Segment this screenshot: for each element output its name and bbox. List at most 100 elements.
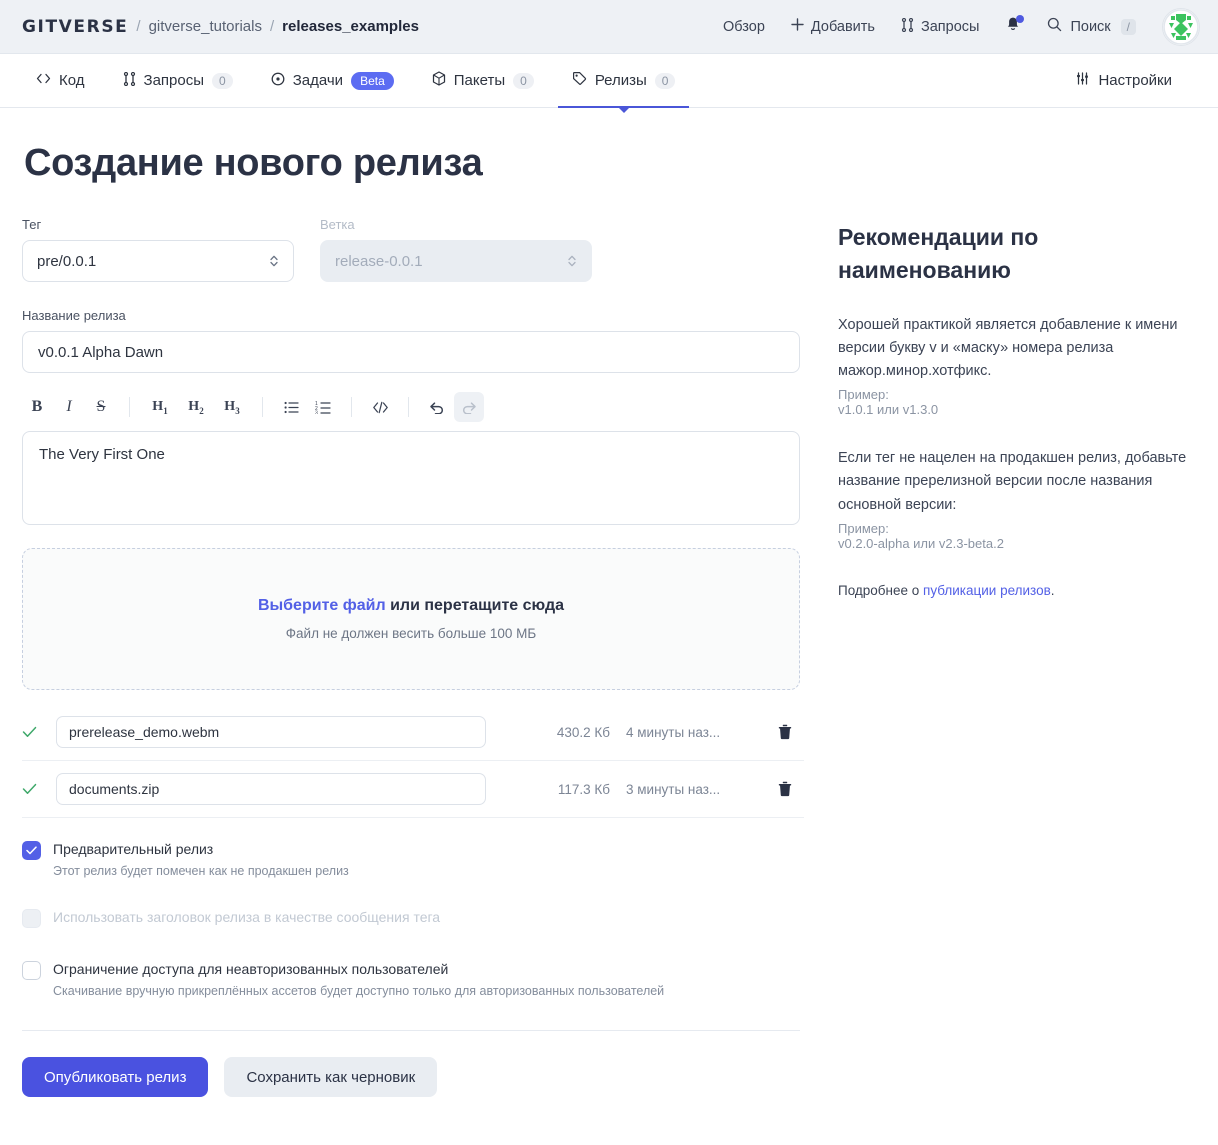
tab-issues-beta-badge: Beta bbox=[351, 71, 394, 90]
delete-file-icon[interactable] bbox=[778, 724, 792, 740]
breadcrumb-separator-1: / bbox=[136, 18, 141, 35]
restrict-access-checkbox[interactable] bbox=[22, 961, 41, 980]
nav-item-pull-requests[interactable]: Запросы bbox=[901, 17, 980, 36]
restrict-access-checkbox-group: Ограничение доступа для неавторизованных… bbox=[22, 960, 804, 998]
nav-pull-requests-label: Запросы bbox=[920, 18, 980, 35]
heading-2-button[interactable]: H2 bbox=[179, 392, 213, 422]
recommendations-more-line: Подробнее о публикации релизов. bbox=[838, 583, 1210, 598]
file-name-input[interactable] bbox=[56, 716, 486, 748]
chevron-updown-icon bbox=[567, 253, 577, 269]
tab-releases[interactable]: Релизы 0 bbox=[557, 54, 690, 113]
check-icon bbox=[22, 783, 56, 795]
prerelease-description: Этот релиз будет помечен как не продакше… bbox=[53, 864, 349, 878]
file-name-input[interactable] bbox=[56, 773, 486, 805]
release-publishing-docs-link[interactable]: публикации релизов bbox=[923, 583, 1051, 598]
gitverse-logo[interactable]: GITVERSE bbox=[22, 17, 128, 37]
tab-pull-requests-label: Запросы bbox=[143, 72, 205, 89]
bullet-list-button[interactable] bbox=[276, 392, 306, 422]
notification-dot bbox=[1016, 14, 1025, 23]
file-dropzone[interactable]: Выберите файл или перетащите сюда Файл н… bbox=[22, 548, 800, 690]
tag-message-checkbox bbox=[22, 909, 41, 928]
issue-icon bbox=[271, 72, 285, 90]
heading-1-button[interactable]: H1 bbox=[143, 392, 177, 422]
undo-button[interactable] bbox=[422, 392, 452, 422]
branch-select: release-0.0.1 bbox=[320, 240, 592, 282]
release-name-label: Название релиза bbox=[22, 308, 126, 323]
prerelease-checkbox[interactable] bbox=[22, 841, 41, 860]
heading-3-button[interactable]: H3 bbox=[215, 392, 249, 422]
release-form: Тег pre/0.0.1 Ветка release-0.0.1 Назван… bbox=[22, 217, 804, 1121]
strikethrough-button[interactable]: S bbox=[86, 392, 116, 422]
italic-button[interactable]: I bbox=[54, 392, 84, 422]
tag-icon bbox=[572, 71, 587, 90]
page-title: Создание нового релиза bbox=[24, 142, 483, 184]
top-header-right: Обзор Добавить Запросы Поиск / bbox=[723, 7, 1200, 46]
tag-label: Тег bbox=[22, 217, 42, 232]
restrict-access-texts: Ограничение доступа для неавторизованных… bbox=[53, 960, 664, 998]
editor-toolbar: B I S H1 H2 H3 123 bbox=[22, 389, 804, 425]
sliders-icon bbox=[1075, 71, 1090, 90]
notifications-button[interactable] bbox=[1005, 14, 1025, 38]
tab-issues-label: Задачи bbox=[292, 72, 344, 89]
code-block-button[interactable] bbox=[365, 392, 395, 422]
tab-packages[interactable]: Пакеты 0 bbox=[418, 54, 548, 107]
save-draft-button[interactable]: Сохранить как черновик bbox=[224, 1057, 438, 1097]
recommendations-example-label-1: Пример: bbox=[838, 387, 889, 403]
nav-item-overview[interactable]: Обзор bbox=[723, 19, 765, 35]
tab-packages-count: 0 bbox=[513, 72, 534, 89]
recommendations-title: Рекомендации по наименованию bbox=[838, 224, 1039, 284]
tag-message-label: Использовать заголовок релиза в качестве… bbox=[53, 909, 441, 925]
form-divider bbox=[22, 1030, 800, 1031]
tab-settings[interactable]: Настройки bbox=[1061, 71, 1186, 90]
file-time: 3 минуты наз... bbox=[626, 781, 721, 797]
code-icon bbox=[36, 72, 51, 89]
delete-file-icon[interactable] bbox=[778, 781, 792, 797]
tab-issues[interactable]: Задачи Beta bbox=[257, 54, 408, 107]
active-tab-caret bbox=[617, 107, 630, 113]
search-button[interactable]: Поиск / bbox=[1047, 17, 1136, 36]
plus-icon bbox=[791, 18, 804, 35]
check-icon bbox=[22, 726, 56, 738]
page-body: Создание нового релиза Тег pre/0.0.1 Вет… bbox=[0, 142, 1218, 1121]
bold-button[interactable]: B bbox=[22, 392, 52, 422]
choose-file-link[interactable]: Выберите файл bbox=[258, 597, 386, 614]
avatar[interactable] bbox=[1162, 7, 1200, 46]
tab-pull-requests[interactable]: Запросы 0 bbox=[109, 54, 247, 107]
tab-code[interactable]: Код bbox=[22, 54, 99, 107]
nav-item-add[interactable]: Добавить bbox=[791, 18, 875, 35]
tab-code-label: Код bbox=[59, 72, 85, 89]
recommendations-example-label-2: Пример: bbox=[838, 520, 889, 536]
redo-button[interactable] bbox=[454, 392, 484, 422]
recommendations-block-1: Хорошей практикой является добавление к … bbox=[838, 314, 1210, 418]
attached-files-list: 430.2 Кб 4 минуты наз... 117.3 Кб 3 мину… bbox=[22, 704, 804, 818]
nav-overview-label: Обзор bbox=[723, 18, 765, 35]
file-size: 117.3 Кб bbox=[557, 781, 610, 797]
tag-select-value: pre/0.0.1 bbox=[37, 252, 97, 270]
release-name-input[interactable] bbox=[22, 331, 800, 373]
tab-releases-count: 0 bbox=[654, 72, 676, 89]
breadcrumb-separator-2: / bbox=[269, 18, 275, 35]
release-description-textarea[interactable] bbox=[22, 431, 800, 525]
svg-text:3: 3 bbox=[315, 410, 318, 414]
breadcrumb-repo[interactable]: releases_examples bbox=[282, 18, 419, 35]
tag-field-group: Тег pre/0.0.1 bbox=[22, 217, 294, 282]
toolbar-divider bbox=[129, 397, 130, 417]
tab-releases-label: Релизы bbox=[594, 72, 647, 89]
chevron-updown-icon bbox=[269, 253, 279, 269]
package-icon bbox=[432, 71, 446, 90]
publish-release-button[interactable]: Опубликовать релиз bbox=[22, 1057, 209, 1097]
recommendations-example-value-2: v0.2.0-alpha или v2.3-beta.2 bbox=[838, 535, 1004, 551]
tab-settings-label: Настройки bbox=[1098, 72, 1172, 89]
file-time: 4 минуты наз... bbox=[626, 724, 721, 740]
dropzone-hint: Файл не должен весить больше 100 МБ bbox=[285, 626, 537, 641]
release-name-group: Название релиза bbox=[22, 308, 804, 373]
branch-field-group: Ветка release-0.0.1 bbox=[320, 217, 592, 282]
numbered-list-button[interactable]: 123 bbox=[308, 392, 338, 422]
pull-request-icon bbox=[123, 71, 136, 90]
tag-message-checkbox-group: Использовать заголовок релиза в качестве… bbox=[22, 908, 804, 928]
nav-add-label: Добавить bbox=[810, 18, 875, 35]
tag-select[interactable]: pre/0.0.1 bbox=[22, 240, 294, 282]
breadcrumb-org[interactable]: gitverse_tutorials bbox=[149, 18, 262, 35]
search-shortcut-key: / bbox=[1120, 18, 1136, 35]
table-row: 117.3 Кб 3 минуты наз... bbox=[22, 761, 804, 818]
